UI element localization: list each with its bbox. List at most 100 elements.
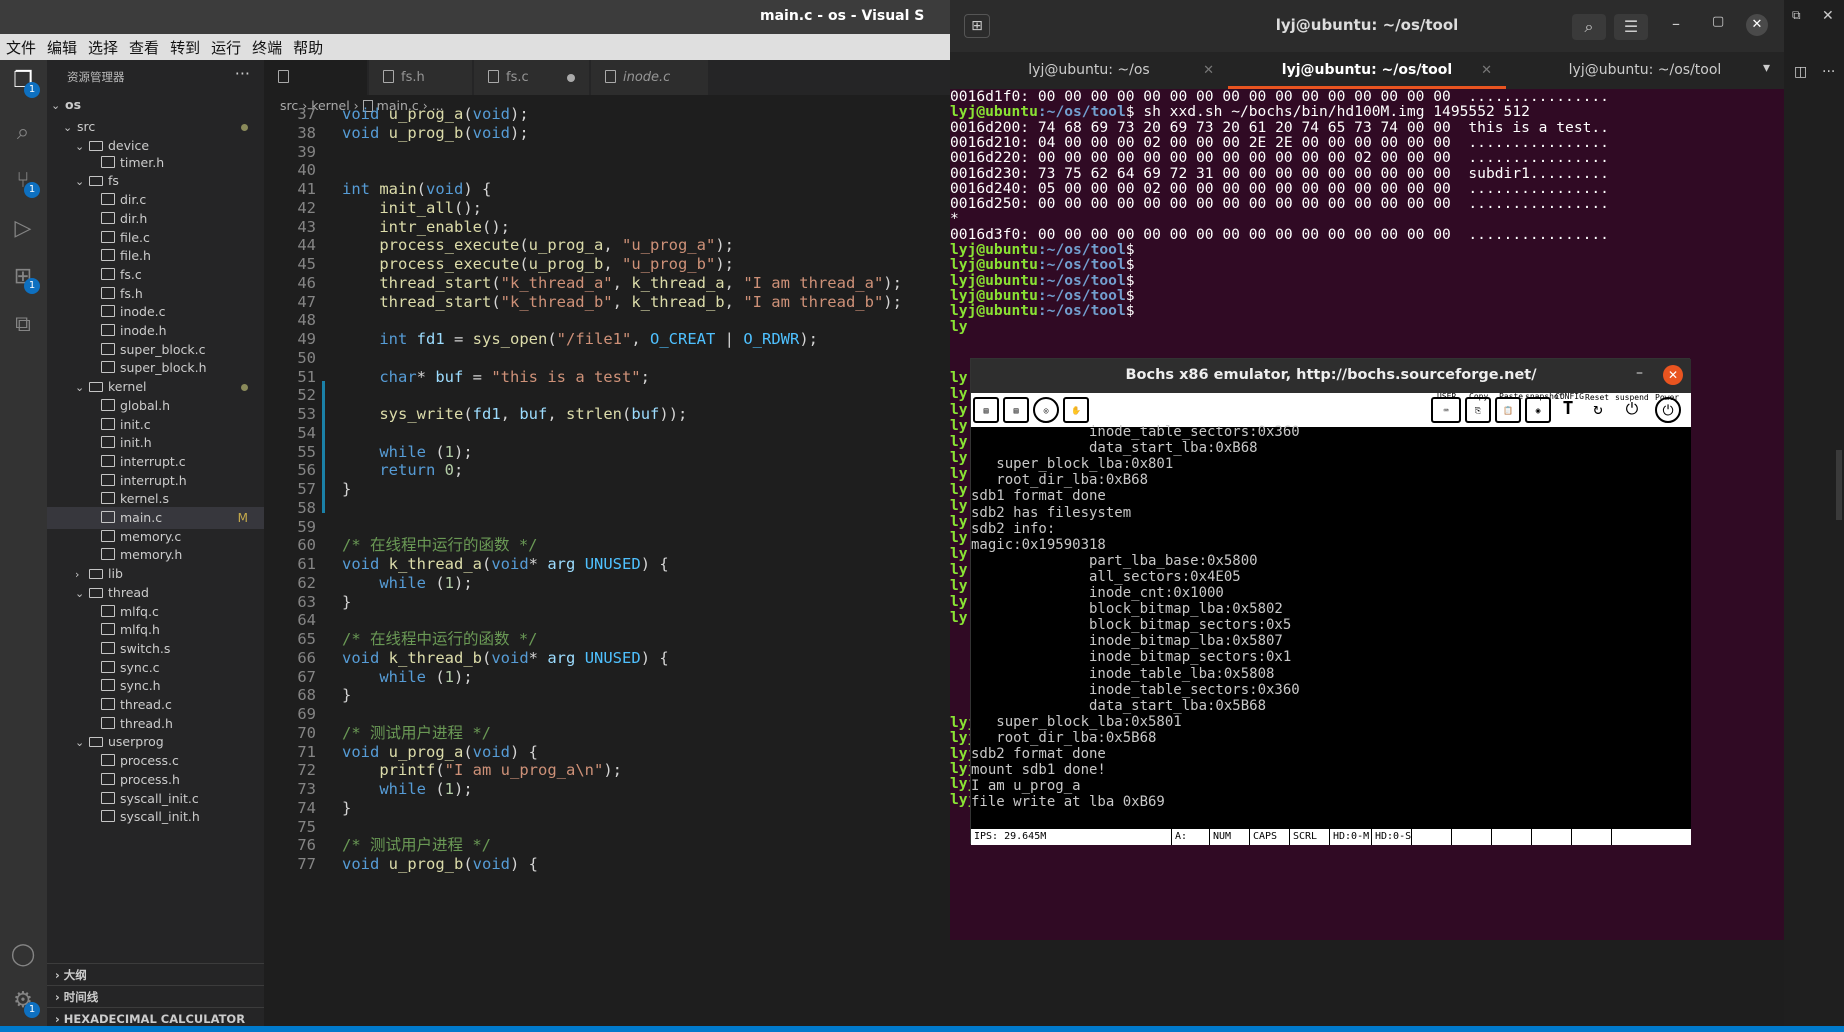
mouse-icon[interactable]: ✋ — [1063, 397, 1089, 423]
close-icon[interactable]: ✕ — [1481, 52, 1492, 89]
terminal-tab[interactable]: lyj@ubuntu: ~/os/tool — [1506, 52, 1784, 89]
hamburger-menu-icon[interactable]: ☰ — [1614, 14, 1648, 40]
tab-fs-h[interactable]: fs.h — [369, 60, 473, 95]
settings-badge: 1 — [24, 1002, 40, 1018]
code-editor[interactable]: 37 void u_prog_a(void); 38 void u_prog_b(vo… — [264, 105, 950, 1032]
tree-file[interactable]: syscall_init.h — [47, 806, 264, 828]
config-icon[interactable]: T — [1555, 397, 1581, 423]
menu-bar: 文件 编辑 选择 查看 转到 运行 终端 帮助 — [0, 34, 950, 60]
run-debug-icon[interactable]: ▷ — [8, 214, 38, 244]
bochs-toolbar: ▤ ▤ ◎ ✋ USER Copy Paste snapshot CONFIG Reset… — [971, 392, 1691, 427]
tab-dropdown-icon[interactable]: ▾ — [1763, 60, 1770, 76]
timeline-section[interactable]: › 时间线 — [47, 985, 264, 1007]
explorer-icon[interactable]: ❐ 1 — [8, 66, 40, 98]
tree-label: fs — [108, 173, 119, 189]
file-icon — [101, 398, 115, 411]
tab-fs-c[interactable]: fs.c — [474, 60, 590, 95]
status-field-empty — [1491, 829, 1495, 845]
power-icon[interactable]: ⏻ — [1655, 397, 1681, 423]
screen-line: block_bitmap_lba:0x5802 — [971, 601, 1283, 618]
partial-prompt: ly — [950, 609, 968, 626]
menu-item[interactable]: 文件 — [6, 37, 36, 58]
chevron-down-icon: ⌄ — [51, 99, 61, 112]
search-icon[interactable]: ⌕ — [8, 118, 38, 148]
menu-item[interactable]: 运行 — [211, 37, 241, 58]
tab-inode-c[interactable]: inode.c — [591, 60, 709, 95]
screen-line: root_dir_lba:0xB68 — [971, 472, 1149, 489]
folder-icon — [89, 140, 103, 151]
close-icon[interactable]: ✕ — [1746, 14, 1768, 36]
status-field: HD:0-S — [1371, 829, 1411, 845]
status-field-empty — [1531, 829, 1535, 845]
screen-line: sdb2 format done — [971, 746, 1106, 762]
maximize-icon[interactable]: ▢ — [1712, 14, 1724, 29]
copy-icon[interactable]: ⎘ — [1465, 397, 1491, 423]
floppy-a-icon[interactable]: ▤ — [973, 397, 999, 423]
screen-line: block_bitmap_sectors:0x5 — [971, 617, 1292, 634]
tree-label: interrupt.h — [120, 472, 187, 488]
close-icon[interactable]: ✕ — [1822, 8, 1834, 24]
more-actions-icon[interactable]: ··· — [235, 64, 250, 83]
menu-item[interactable]: 帮助 — [293, 37, 323, 58]
status-field: CAPS — [1249, 829, 1277, 845]
remote-explorer-icon[interactable]: ⧉ — [8, 310, 38, 340]
code-line: sys_write(fd1, buf, strlen(buf)); — [379, 405, 688, 423]
screen-line: root_dir_lba:0x5B68 — [971, 729, 1157, 746]
code-line: while (1); — [379, 667, 473, 686]
menu-item[interactable]: 查看 — [129, 37, 159, 58]
file-icon — [101, 342, 115, 355]
paste-icon[interactable]: 📋 — [1495, 397, 1521, 423]
menu-item[interactable]: 选择 — [88, 37, 118, 58]
snapshot-icon[interactable]: ◉ — [1525, 397, 1551, 423]
tree-label: src — [77, 119, 96, 134]
reset-icon[interactable]: ↻ — [1585, 397, 1611, 423]
tree-root[interactable]: ⌄ os — [47, 94, 264, 116]
status-field: SCRL — [1289, 829, 1317, 845]
terminal-tab[interactable]: lyj@ubuntu: ~/os/tool ✕ — [1228, 52, 1506, 89]
menu-item[interactable]: 转到 — [170, 37, 200, 58]
terminal-tab-label: lyj@ubuntu: ~/os — [1028, 62, 1150, 78]
minimize-icon[interactable]: – — [1672, 14, 1680, 33]
file-icon — [101, 473, 115, 486]
file-icon — [101, 454, 115, 467]
close-icon[interactable]: ✕ — [1203, 52, 1214, 89]
outline-section[interactable]: › 大纲 — [47, 963, 264, 985]
menu-item[interactable]: 终端 — [252, 37, 282, 58]
more-actions-icon[interactable]: ··· — [1822, 64, 1835, 80]
terminal-tab[interactable]: lyj@ubuntu: ~/os ✕ — [950, 52, 1228, 89]
screen-line: sdb1 format done — [971, 488, 1106, 505]
restore-icon[interactable]: ⧉ — [1792, 8, 1801, 23]
file-icon — [101, 249, 115, 262]
screen-line: file write at lba 0xB69 — [971, 794, 1165, 811]
status-field-empty — [1411, 829, 1415, 845]
settings-gear-icon[interactable]: ⚙ 1 — [8, 986, 40, 1018]
suspend-icon[interactable]: ⏻ — [1619, 397, 1645, 423]
folder-icon — [89, 569, 103, 580]
split-editor-icon[interactable]: ◫ — [1794, 64, 1807, 80]
code-line: } — [342, 592, 352, 611]
account-icon[interactable]: ◯ — [8, 940, 38, 970]
tree-label: kernel — [108, 379, 147, 395]
user-keyboard-icon[interactable]: ⌨ — [1431, 397, 1461, 423]
floppy-b-icon[interactable]: ▤ — [1003, 397, 1029, 423]
cdrom-icon[interactable]: ◎ — [1033, 397, 1059, 423]
window-title: main.c - os - Visual S — [760, 8, 925, 24]
bochs-screen[interactable]: inode_table_sectors:0x360 data_start_lba… — [971, 424, 1691, 829]
chevron-right-icon: › — [55, 1012, 64, 1026]
close-icon[interactable]: ✕ — [1663, 365, 1683, 385]
minimize-icon[interactable]: – — [1636, 365, 1643, 381]
search-icon[interactable]: ⌕ — [1572, 14, 1606, 40]
bochs-titlebar: Bochs x86 emulator, http://bochs.sourcef… — [971, 359, 1691, 393]
scrollbar-thumb[interactable] — [1836, 450, 1842, 520]
bochs-statusbar: IPS: 29.645M A: NUM CAPS SCRL HD:0-M HD:0-S — [971, 829, 1691, 845]
file-icon — [488, 70, 499, 83]
extensions-icon[interactable]: ⊞ 1 — [8, 262, 40, 294]
tree-label: lib — [108, 566, 123, 582]
tab-main-c[interactable]: main.cM✕ — [264, 60, 368, 120]
bochs-window: Bochs x86 emulator, http://bochs.sourcef… — [970, 358, 1691, 845]
tree-label: sync.c — [120, 659, 160, 675]
menu-item[interactable]: 编辑 — [47, 37, 77, 58]
source-control-icon[interactable]: ⑂ 1 — [8, 166, 40, 198]
folder-icon — [89, 176, 103, 187]
terminal-title: lyj@ubuntu: ~/os/tool — [1275, 16, 1459, 34]
